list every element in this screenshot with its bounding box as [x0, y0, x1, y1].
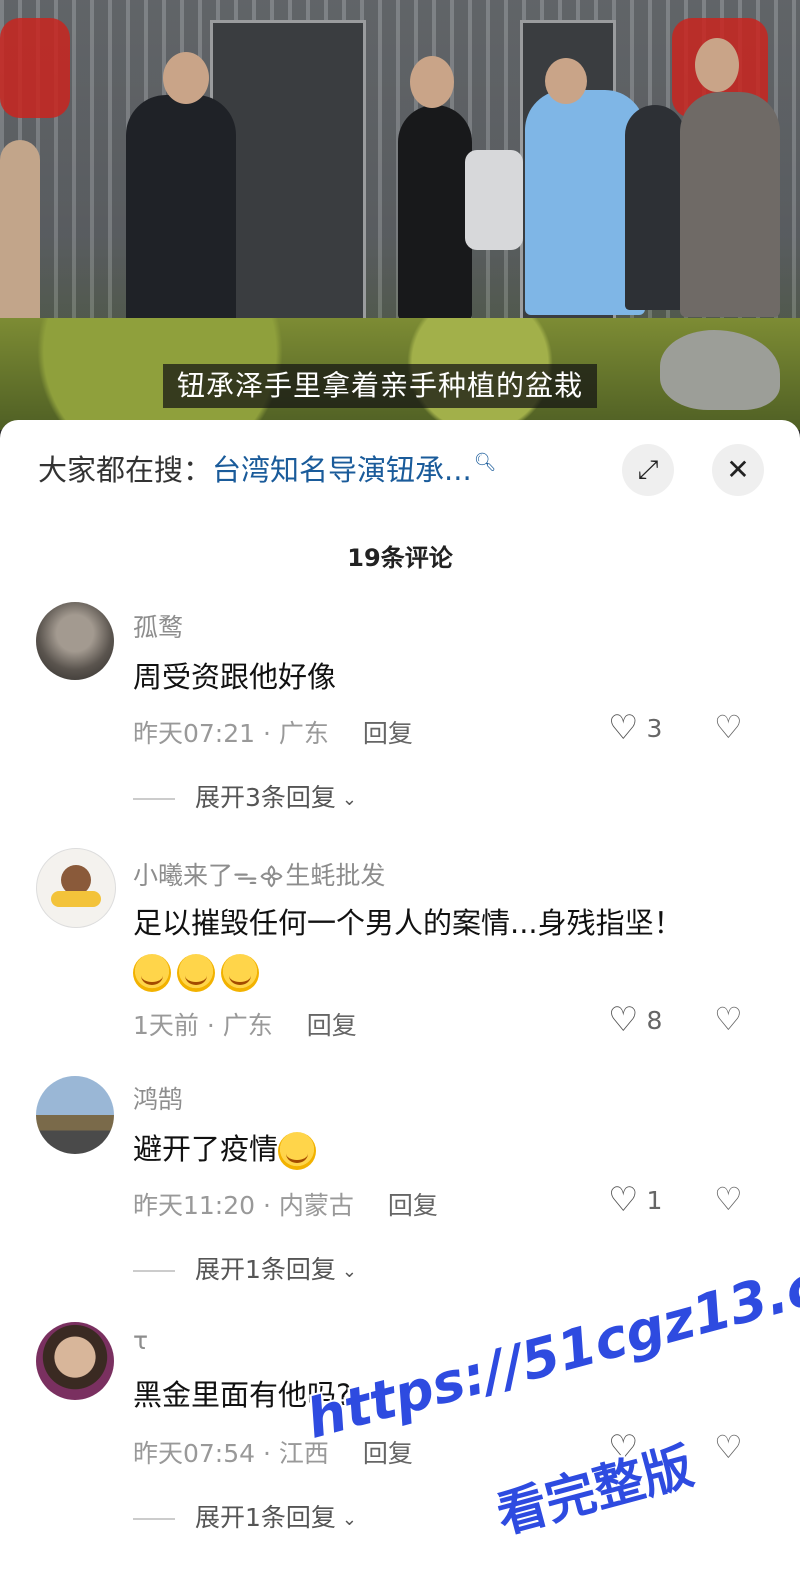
emoji-row: [133, 948, 265, 994]
expand-replies-label: 展开1条回复: [195, 1503, 336, 1532]
search-suggestion[interactable]: 大家都在搜：台湾知名导演钮承... 🔍︎: [38, 448, 497, 492]
comment-count-title: 19条评论: [347, 544, 453, 572]
person-figure: [398, 105, 472, 320]
reply-button[interactable]: 回复: [307, 1011, 357, 1040]
red-decoration: [0, 18, 70, 118]
dislike-broken-heart-icon[interactable]: ♡: [714, 1428, 743, 1466]
close-button[interactable]: ✕: [712, 444, 764, 496]
fullscreen-button[interactable]: ⤢: [622, 444, 674, 496]
reply-button[interactable]: 回复: [363, 1439, 413, 1468]
comment-text: 周受资跟他好像: [133, 660, 337, 694]
dislike-broken-heart-icon[interactable]: ♡: [714, 1180, 743, 1218]
like-count: 1: [646, 1185, 663, 1215]
comment-text: 足以摧毁任何一个男人的案情...身残指坚！: [133, 906, 683, 940]
divider-line: [133, 1270, 175, 1272]
expand-replies-button[interactable]: 展开1条回复 ⌄: [133, 1498, 357, 1534]
person-head: [695, 38, 739, 92]
reply-button[interactable]: 回复: [388, 1191, 438, 1220]
avatar[interactable]: [36, 1076, 114, 1154]
comment-text: 避开了疫情: [133, 1132, 279, 1166]
avatar-figure: [51, 891, 101, 907]
expand-replies-label: 展开1条回复: [195, 1255, 336, 1284]
crying-emoji-icon: [177, 954, 215, 992]
like-button[interactable]: ♡ 3: [608, 708, 662, 748]
comment-time-location: 1天前 · 广东: [133, 1011, 273, 1040]
comment-username[interactable]: 鸿鹄: [133, 1080, 183, 1116]
person-head: [163, 52, 209, 104]
comment-username[interactable]: 小曦来了ᯓ᯽生蚝批发: [133, 856, 385, 892]
expand-replies-button[interactable]: 展开1条回复 ⌄: [133, 1250, 357, 1286]
heart-icon: ♡: [608, 1000, 639, 1040]
crying-emoji-icon: [133, 954, 171, 992]
chevron-down-icon: ⌄: [341, 788, 357, 810]
avatar[interactable]: [36, 602, 114, 680]
laughing-emoji-icon: [278, 1132, 317, 1170]
chevron-down-icon: ⌄: [341, 1508, 357, 1530]
person-figure: [0, 140, 40, 330]
divider-line: [133, 1518, 175, 1520]
person-head: [410, 56, 454, 108]
comment-username[interactable]: τ: [133, 1326, 148, 1355]
like-button[interactable]: ♡ 1: [608, 1180, 662, 1220]
video-subtitle: 钮承泽手里拿着亲手种植的盆栽: [163, 364, 598, 408]
comment-time-location: 昨天07:54 · 江西: [133, 1439, 329, 1468]
comment-text-row: 避开了疫情: [133, 1126, 322, 1172]
like-count: 8: [646, 1005, 663, 1035]
divider-line: [133, 798, 175, 800]
like-button[interactable]: ♡ 8: [608, 1000, 662, 1040]
dislike-broken-heart-icon[interactable]: ♡: [714, 1000, 743, 1038]
person-figure: [126, 95, 236, 325]
search-prefix: 大家都在搜：: [38, 453, 213, 487]
person-figure: [680, 92, 780, 317]
like-count: 3: [646, 713, 663, 743]
plastic-bag: [465, 150, 523, 250]
crying-emoji-icon: [221, 954, 259, 992]
person-head: [545, 58, 587, 104]
comment-time-location: 昨天11:20 · 内蒙古: [133, 1191, 354, 1220]
expand-replies-label: 展开3条回复: [195, 783, 336, 812]
person-figure: [625, 105, 685, 310]
comment-username[interactable]: 孤鹜: [133, 608, 183, 644]
reply-button[interactable]: 回复: [363, 719, 413, 748]
chevron-down-icon: ⌄: [341, 1260, 357, 1282]
dislike-broken-heart-icon[interactable]: ♡: [714, 708, 743, 746]
avatar[interactable]: [36, 848, 116, 928]
search-query-link[interactable]: 台湾知名导演钮承...: [212, 453, 472, 487]
search-icon: 🔍︎: [473, 452, 497, 473]
video-player[interactable]: 钮承泽手里拿着亲手种植的盆栽: [0, 0, 800, 430]
expand-icon: ⤢: [637, 455, 659, 485]
close-icon: ✕: [726, 453, 750, 486]
comment-time-location: 昨天07:21 · 广东: [133, 719, 329, 748]
heart-icon: ♡: [608, 1180, 639, 1220]
heart-icon: ♡: [608, 708, 639, 748]
avatar[interactable]: [36, 1322, 114, 1400]
expand-replies-button[interactable]: 展开3条回复 ⌄: [133, 778, 357, 814]
